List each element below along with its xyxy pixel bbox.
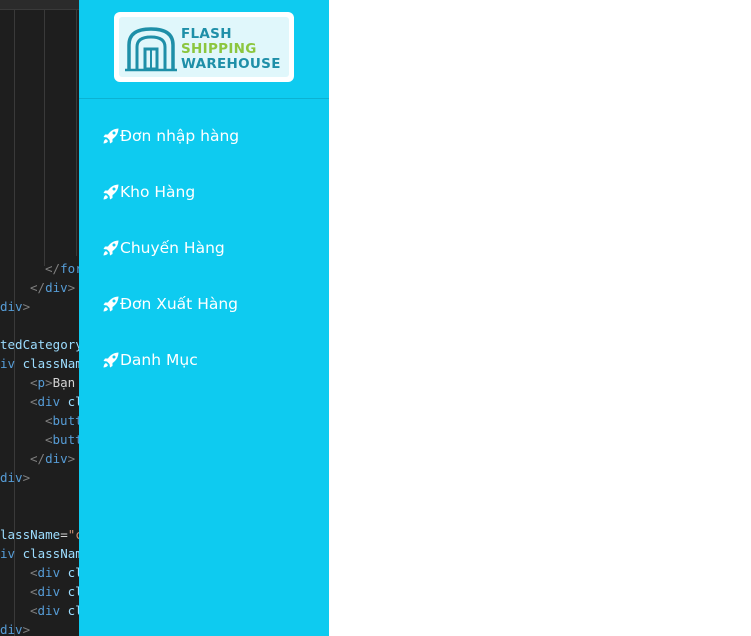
code-token: </: [30, 280, 46, 295]
indent-guide: [44, 10, 45, 266]
code-token: iv: [0, 356, 23, 371]
sidebar-item-label: Đơn Xuất Hàng: [120, 295, 239, 313]
code-line: <div clas: [30, 563, 79, 582]
code-editor-panel: </form></div>div>tedCategoryiv classNam<…: [0, 0, 79, 636]
code-line: </div>: [30, 449, 75, 468]
code-token: p: [37, 375, 46, 390]
code-token: iv: [0, 546, 23, 561]
code-line: <p>Bạn c: [30, 373, 79, 392]
sidebar-item-label: Chuyến Hàng: [120, 239, 225, 257]
code-token: div: [45, 451, 68, 466]
code-line: iv classNam: [0, 544, 79, 563]
code-token: div: [0, 470, 23, 485]
code-token: clas: [67, 394, 79, 409]
logo[interactable]: FLASH SHIPPING WAREHOUSE: [114, 12, 294, 82]
code-token: <: [30, 584, 38, 599]
code-line: div>: [0, 468, 30, 487]
rocket-icon: [103, 296, 119, 312]
sidebar-item-don-xuat-hang[interactable]: Đơn Xuất Hàng: [103, 290, 238, 318]
code-token: Bạn c: [52, 375, 76, 390]
sidebar-item-chuyen-hang[interactable]: Chuyến Hàng: [103, 234, 225, 262]
code-token: <: [30, 565, 38, 580]
rocket-icon: [103, 184, 119, 200]
code-line: <div clas: [30, 601, 79, 620]
code-token: >: [67, 451, 76, 466]
code-token: >: [22, 470, 31, 485]
code-token: form: [60, 261, 79, 276]
main-content-area: [329, 0, 751, 636]
sidebar-item-don-nhap-hang[interactable]: Đơn nhập hàng: [103, 122, 239, 150]
indent-guide: [76, 10, 77, 256]
code-token: classNam: [22, 546, 79, 561]
warehouse-icon: [125, 27, 177, 72]
code-token: >: [45, 375, 53, 390]
code-token: >: [22, 299, 31, 314]
logo-text-line-2: SHIPPING: [181, 41, 257, 57]
code-token: div: [0, 299, 23, 314]
code-token: div: [37, 584, 61, 599]
logo-background: FLASH SHIPPING WAREHOUSE: [119, 17, 289, 77]
sidebar-divider: [79, 98, 329, 99]
code-line: </div>: [30, 278, 75, 297]
logo-text-line-3: WAREHOUSE: [181, 56, 281, 72]
code-token: <: [45, 413, 53, 428]
code-token: <: [45, 432, 53, 447]
code-line: <butt: [45, 430, 79, 449]
logo-text-line-1: FLASH: [181, 26, 232, 42]
sidebar-item-danh-muc[interactable]: Danh Mục: [103, 346, 198, 374]
code-token: butt: [52, 432, 79, 447]
code-token: tedCategory: [0, 337, 79, 352]
code-line: <div clas: [30, 392, 79, 411]
editor-tab-bar: [0, 0, 79, 10]
sidebar: FLASH SHIPPING WAREHOUSE Đơn nhập hàng K…: [79, 0, 329, 636]
code-token: clas: [67, 603, 79, 618]
code-line: tedCategory: [0, 335, 79, 354]
rocket-icon: [103, 128, 119, 144]
code-line: <div clas: [30, 582, 79, 601]
rocket-icon: [103, 352, 119, 368]
code-token: classNam: [22, 356, 79, 371]
code-line: div>: [0, 620, 30, 636]
code-line: </form>: [45, 259, 79, 278]
code-line: lassName="c: [0, 525, 79, 544]
code-token: =: [60, 527, 68, 542]
code-token: div: [37, 603, 61, 618]
code-token: "c: [67, 527, 79, 542]
code-token: clas: [67, 565, 79, 580]
code-token: clas: [67, 584, 79, 599]
code-token: div: [45, 280, 68, 295]
rocket-icon: [103, 240, 119, 256]
code-token: <: [30, 603, 38, 618]
code-token: div: [37, 565, 61, 580]
code-token: </: [45, 261, 61, 276]
code-line: iv classNam: [0, 354, 79, 373]
code-token: <: [30, 394, 38, 409]
code-token: div: [0, 622, 23, 636]
code-token: >: [22, 622, 31, 636]
code-token: </: [30, 451, 46, 466]
sidebar-item-label: Kho Hàng: [120, 183, 196, 201]
code-token: butt: [52, 413, 79, 428]
code-line: <butt: [45, 411, 79, 430]
sidebar-item-kho-hang[interactable]: Kho Hàng: [103, 178, 195, 206]
sidebar-item-label: Danh Mục: [120, 351, 198, 369]
code-line: div>: [0, 297, 30, 316]
sidebar-item-label: Đơn nhập hàng: [120, 127, 240, 145]
code-token: <: [30, 375, 38, 390]
code-token: lassName: [0, 527, 61, 542]
code-token: >: [67, 280, 76, 295]
code-token: div: [37, 394, 61, 409]
